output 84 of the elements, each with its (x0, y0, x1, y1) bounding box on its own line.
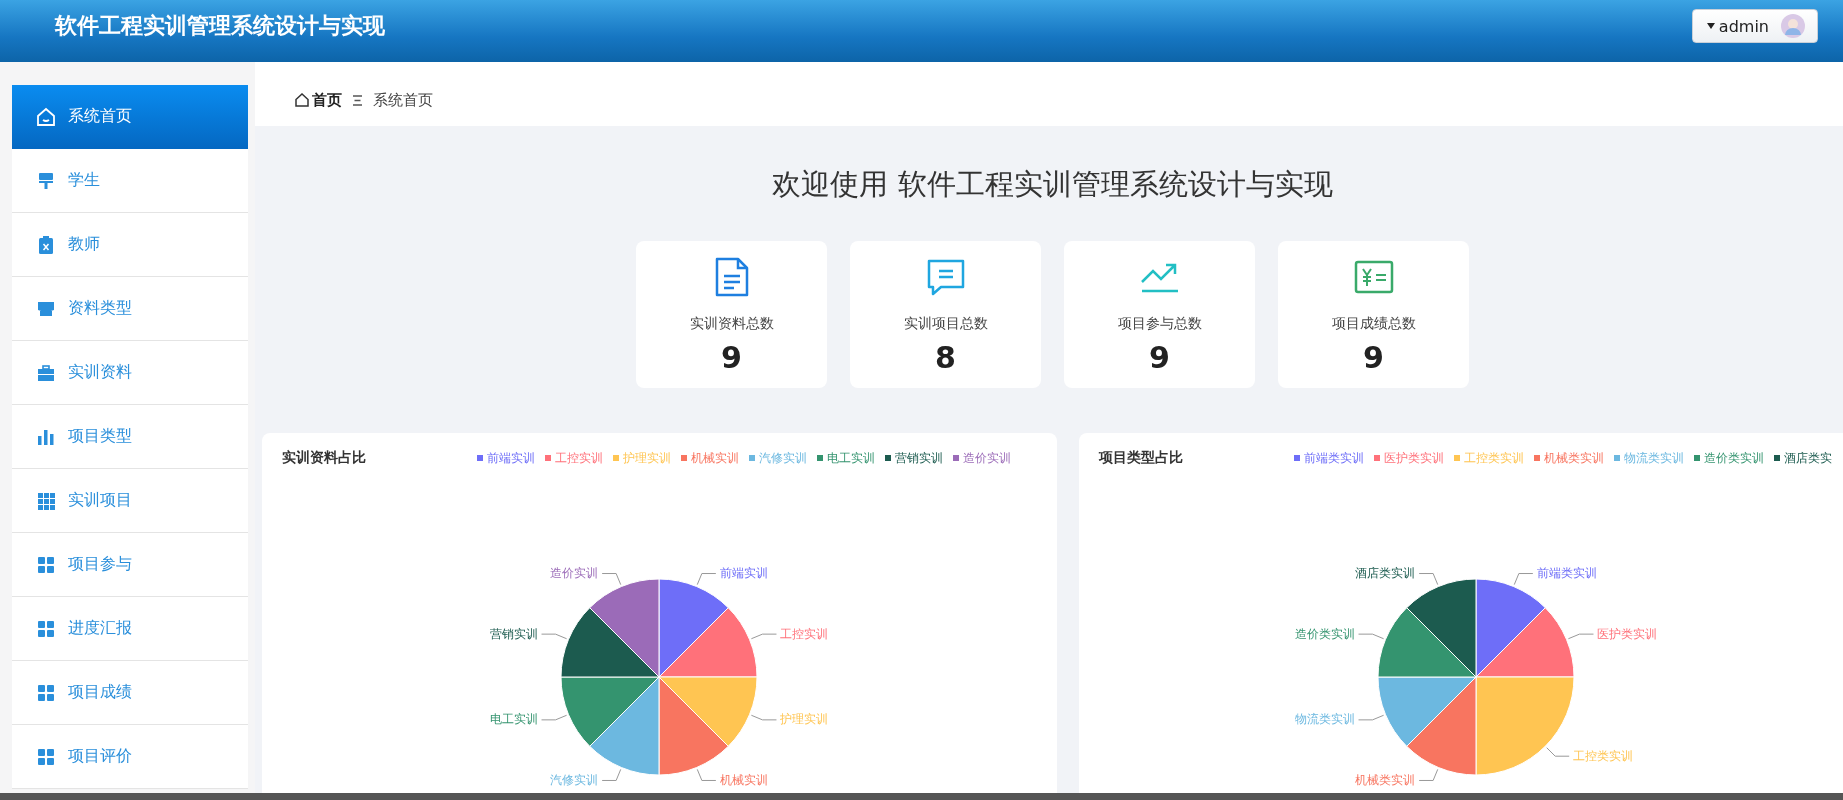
roller-icon (36, 170, 56, 191)
sidebar-item[interactable]: 进度汇报 (12, 597, 248, 661)
slice-label: 汽修实训 (550, 772, 599, 787)
slice-label: 医护类实训 (1597, 626, 1658, 641)
slice-label: 造价实训 (550, 566, 599, 581)
legend-label[interactable]: 物流类实训 (1624, 449, 1684, 467)
leader-line (1358, 714, 1385, 721)
user-menu-button[interactable]: admin (1691, 9, 1818, 43)
document-icon (714, 257, 749, 297)
leader-line (696, 573, 717, 586)
grid9-icon (36, 490, 56, 511)
grid4-icon (36, 746, 56, 767)
sidebar-item[interactable]: 学生 (12, 149, 248, 213)
home-icon (36, 106, 56, 127)
leader-line (541, 714, 568, 721)
leader-line (1418, 573, 1439, 586)
legend-label[interactable]: 医护类实训 (1384, 449, 1444, 467)
home-icon (295, 93, 309, 107)
slice-label: 机械类实训 (1355, 772, 1416, 787)
leader-line (1358, 633, 1385, 640)
grid4-icon (36, 554, 56, 575)
slice-label: 工控类实训 (1573, 748, 1634, 763)
sidebar-item[interactable]: 实训资料 (12, 341, 248, 405)
legend-label[interactable]: 汽修实训 (759, 449, 807, 467)
stat-label: 实训项目总数 (903, 315, 988, 333)
legend-label[interactable]: 造价实训 (963, 449, 1011, 467)
stat-label: 项目参与总数 (1117, 315, 1202, 333)
slice-label: 前端实训 (719, 566, 768, 581)
legend-label[interactable]: 酒店类实 (1784, 449, 1832, 467)
leader-line (696, 768, 717, 781)
leader-line (1567, 633, 1594, 640)
breadcrumb-link[interactable]: 首页 (312, 90, 342, 110)
leader-line (601, 768, 622, 781)
chat-icon (925, 257, 966, 297)
stat-value: 9 (721, 341, 742, 375)
stat-value: 9 (1149, 341, 1170, 375)
leader-line (1546, 747, 1570, 757)
sidebar-item[interactable]: 实训项目 (12, 469, 248, 533)
legend-label[interactable]: 营销实训 (895, 449, 943, 467)
slice-label: 护理实训 (780, 712, 829, 727)
chart-title: 项目类型占比 (1099, 449, 1184, 467)
slice-label: 物流类实训 (1294, 712, 1355, 727)
leader-line (1418, 768, 1439, 781)
slice-label: 工控实训 (780, 626, 829, 641)
caret-icon (1706, 23, 1715, 29)
sidebar-item[interactable]: 项目评价 (12, 725, 248, 789)
avatar-icon (1781, 14, 1805, 38)
slice-label: 电工实训 (489, 712, 538, 727)
slice-label: 前端类实训 (1536, 566, 1597, 581)
leader-line (750, 633, 777, 640)
stat-value: 8 (935, 341, 956, 375)
sidebar-item[interactable]: 资料类型 (12, 277, 248, 341)
stat-label: 项目成绩总数 (1331, 315, 1416, 333)
chart-title: 实训资料占比 (282, 449, 367, 467)
grid4-icon (36, 618, 56, 639)
clip-icon (36, 234, 56, 255)
grid4-icon (36, 682, 56, 703)
leader-line (1513, 573, 1534, 586)
legend-label[interactable]: 电工实训 (827, 449, 875, 467)
legend-label[interactable]: 机械实训 (691, 449, 739, 467)
leader-line (541, 633, 568, 640)
sidebar-item[interactable]: 系统首页 (12, 85, 248, 149)
legend-label[interactable]: 前端类实训 (1304, 449, 1364, 467)
sidebar-item[interactable]: 教师 (12, 213, 248, 277)
stat-label: 实训资料总数 (689, 315, 774, 333)
legend-label[interactable]: 工控实训 (555, 449, 603, 467)
legend-label[interactable]: 机械类实训 (1544, 449, 1604, 467)
slice-label: 造价类实训 (1294, 626, 1355, 641)
slice-label: 酒店类实训 (1355, 566, 1416, 581)
slice-label: 营销实训 (489, 626, 538, 641)
app-title: 软件工程实训管理系统设计与实现 (55, 12, 385, 40)
leader-line (750, 714, 777, 721)
legend-label[interactable]: 造价类实训 (1704, 449, 1764, 467)
brief-icon (36, 362, 56, 383)
slice-label: 机械实训 (719, 772, 768, 787)
separator-icon (353, 94, 362, 106)
sidebar-item[interactable]: 项目类型 (12, 405, 248, 469)
breadcrumb-current: 系统首页 (373, 90, 433, 110)
legend-label[interactable]: 前端实训 (487, 449, 535, 467)
sidebar-item[interactable]: 项目成绩 (12, 661, 248, 725)
leader-line (601, 573, 622, 586)
sidebar-item[interactable]: 项目参与 (12, 533, 248, 597)
stat-value: 9 (1363, 341, 1384, 375)
welcome-heading: 欢迎使用 软件工程实训管理系统设计与实现 (772, 166, 1333, 203)
